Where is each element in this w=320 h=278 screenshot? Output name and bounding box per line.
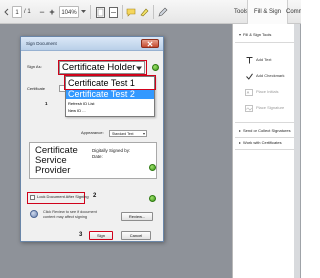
review-button[interactable]: Review... (121, 212, 153, 221)
sign-document-dialog: Sign Document Sign As: Certificate Holde… (20, 36, 164, 242)
lock-document-checkbox[interactable] (30, 195, 35, 200)
right-tools-panel: Fill & Sign Tools Add Text Add Checkmark… (232, 24, 301, 278)
step-marker-1: 1 (45, 101, 48, 106)
text-icon (245, 56, 253, 64)
review-description: Click Review to see if document content … (43, 210, 97, 219)
zoom-level-select[interactable]: 104% (59, 6, 79, 18)
certificate-label: Certificate (27, 86, 46, 91)
review-info-icon (30, 210, 38, 218)
close-icon (147, 40, 153, 47)
appearance-select[interactable]: Standard Text (109, 130, 147, 137)
panel-divider (235, 137, 295, 138)
dropdown-option-selected[interactable]: Certificate Test 2 (66, 89, 154, 99)
step-marker-3: 3 (79, 232, 83, 238)
sign-as-label: Sign As: (27, 64, 42, 69)
triangle-down-icon (239, 33, 241, 36)
toolbar-divider (90, 5, 91, 19)
info-icon[interactable] (152, 64, 159, 71)
panel-divider (235, 149, 295, 150)
zoom-in-button[interactable]: + (48, 6, 56, 18)
comment-icon[interactable] (126, 6, 136, 18)
fit-page-icon[interactable] (95, 6, 105, 18)
panel-item-add-text[interactable]: Add Text (245, 56, 272, 64)
toolbar-divider (122, 5, 123, 19)
dialog-body: Sign As: Certificate Holder Certificate … (21, 52, 163, 241)
fit-width-icon[interactable] (108, 6, 118, 18)
preview-date: Date: (92, 154, 103, 159)
toolbar-divider (153, 5, 154, 19)
sign-pen-icon[interactable] (158, 6, 168, 18)
info-icon[interactable] (149, 195, 156, 202)
panel-divider (235, 122, 295, 123)
sign-as-highlight (58, 60, 147, 75)
main-toolbar: 1 / 1 − + 104% Tools Fill & Sign Comme (0, 0, 301, 24)
step-marker-2: 2 (93, 193, 97, 199)
page-number-input[interactable]: 1 (12, 6, 22, 18)
certificate-options-highlight (64, 75, 156, 90)
send-collect-signatures-header[interactable]: Send or Collect Signatures (239, 128, 291, 134)
tab-comment[interactable]: Comme (280, 0, 301, 24)
lock-document-label: Lock Document After Signing (37, 194, 89, 199)
checkmark-icon (245, 72, 253, 80)
initials-icon (245, 88, 253, 96)
panel-item-add-checkmark[interactable]: Add Checkmark (245, 72, 284, 80)
info-icon[interactable] (149, 164, 156, 171)
preview-certificate-name: Certificate Service Provider (35, 145, 78, 176)
appearance-label: Appearance: (81, 130, 104, 135)
zoom-out-button[interactable]: − (38, 6, 46, 18)
panel-scrollbar[interactable] (294, 24, 300, 278)
page-total: / 1 (24, 9, 31, 15)
dialog-titlebar[interactable]: Sign Document (21, 37, 163, 51)
preview-digitally-signed: Digitally Signed by: (92, 148, 131, 153)
cancel-button[interactable]: Cancel (121, 231, 151, 240)
triangle-right-icon (239, 141, 241, 144)
signature-preview: Certificate Service Provider Digitally S… (29, 142, 157, 179)
appearance-value: Standard Text (112, 132, 134, 136)
previous-page-icon[interactable] (3, 6, 11, 18)
panel-item-place-signature[interactable]: Place Signature (245, 104, 284, 112)
signature-icon (245, 104, 253, 112)
dropdown-option[interactable]: Refresh ID List (66, 101, 154, 107)
sign-button[interactable]: Sign (89, 231, 113, 240)
panel-item-place-initials[interactable]: Place Initials (245, 88, 278, 96)
lock-document-highlight: Lock Document After Signing (27, 192, 89, 204)
acrobat-window: 1 / 1 − + 104% Tools Fill & Sign Comme (0, 0, 301, 278)
fill-sign-tools-header[interactable]: Fill & Sign Tools (239, 32, 271, 38)
panel-divider (235, 42, 295, 43)
work-with-certificates-header[interactable]: Work with Certificates (239, 140, 282, 146)
triangle-right-icon (239, 129, 241, 132)
chevron-down-icon (143, 133, 145, 135)
chevron-down-icon[interactable] (80, 6, 86, 18)
highlight-icon[interactable] (139, 6, 149, 18)
dialog-title: Sign Document (26, 41, 57, 46)
close-button[interactable] (141, 39, 159, 48)
dropdown-option[interactable]: New ID ... (66, 108, 154, 114)
